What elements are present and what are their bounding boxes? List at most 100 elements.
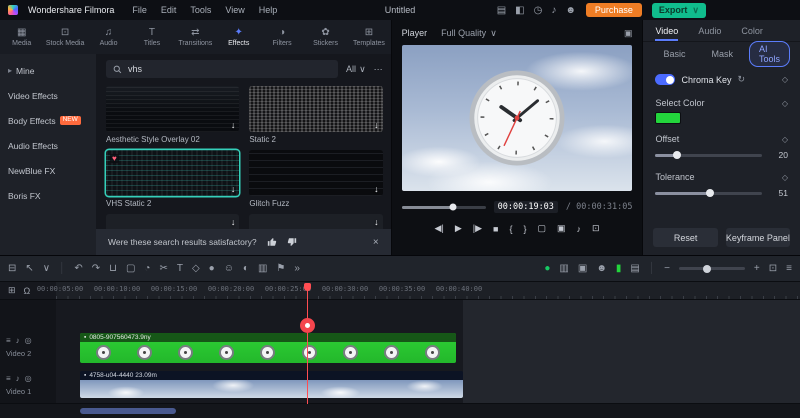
- refresh-icon[interactable]: ↻: [737, 74, 745, 85]
- offset-keyframe-icon[interactable]: ◇: [782, 135, 788, 144]
- play-button[interactable]: ▶: [455, 223, 462, 234]
- speed-icon[interactable]: ◔: [144, 263, 150, 274]
- track-visibility-icon[interactable]: ◎: [25, 374, 32, 383]
- effect-thumbnail[interactable]: ↓: [106, 86, 239, 132]
- zoom-out-icon[interactable]: −: [664, 263, 670, 274]
- track-list-icon[interactable]: ≡: [786, 263, 792, 274]
- search-input[interactable]: vhs: [106, 60, 338, 78]
- undo-icon[interactable]: ↶: [74, 263, 82, 274]
- presenter-icon[interactable]: ☻: [596, 263, 607, 274]
- tab-audio[interactable]: ♫Audio: [87, 20, 130, 54]
- download-icon[interactable]: ↓: [231, 184, 236, 194]
- props-tab-audio[interactable]: Audio: [698, 20, 721, 41]
- props-subtab-mask[interactable]: Mask: [701, 46, 743, 62]
- track-mute-icon[interactable]: ♪: [16, 374, 20, 383]
- keyframe-panel-button[interactable]: Keyframe Panel: [726, 228, 790, 247]
- tolerance-slider-track[interactable]: [655, 192, 762, 195]
- export-button[interactable]: Export ∨: [652, 3, 706, 18]
- split-icon[interactable]: ✂: [159, 263, 167, 274]
- track-options-icon[interactable]: ≡: [6, 336, 11, 345]
- purchase-button[interactable]: Purchase: [586, 3, 642, 17]
- voice-icon[interactable]: ♪: [551, 5, 556, 16]
- effect-thumbnail[interactable]: ↓: [249, 86, 382, 132]
- snapshot-icon[interactable]: ▣: [624, 28, 633, 39]
- download-icon[interactable]: ↓: [231, 217, 236, 227]
- scrollbar-thumb[interactable]: [80, 408, 176, 414]
- tab-templates[interactable]: ⊞Templates: [347, 20, 390, 54]
- tab-titles[interactable]: TTitles: [130, 20, 173, 54]
- effect-card-vhs-static-2[interactable]: ♥↓VHS Static 2: [106, 150, 239, 208]
- tab-stickers[interactable]: ✿Stickers: [304, 20, 347, 54]
- download-icon[interactable]: ↓: [374, 120, 379, 130]
- download-icon[interactable]: ↓: [231, 120, 236, 130]
- text-icon[interactable]: T: [177, 263, 183, 274]
- timeline-ruler[interactable]: ⊞Ω 00:00:05:0000:00:10:0000:00:15:0000:0…: [0, 282, 800, 300]
- effect-card-aesthetic-style-overlay-02[interactable]: ↓Aesthetic Style Overlay 02: [106, 86, 239, 144]
- manage-tracks-icon[interactable]: ⊟: [8, 263, 16, 274]
- render-preview-icon[interactable]: ●: [544, 263, 550, 274]
- tab-stock-media[interactable]: ⊡Stock Media: [43, 20, 86, 54]
- effect-thumbnail[interactable]: ♥↓: [106, 150, 239, 196]
- chroma-screen-icon[interactable]: ▮: [616, 263, 622, 274]
- mark-in-button[interactable]: {: [509, 224, 512, 234]
- tab-transitions[interactable]: ⇄Transitions: [174, 20, 217, 54]
- download-icon[interactable]: ↓: [374, 184, 379, 194]
- offset-slider-knob[interactable]: [673, 151, 681, 159]
- tab-effects[interactable]: ✦Effects: [217, 20, 260, 54]
- effect-card-partial[interactable]: ↓: [249, 214, 382, 229]
- seek-handle[interactable]: [449, 204, 456, 211]
- audio-meter-icon[interactable]: ▥: [559, 263, 568, 274]
- mask-icon[interactable]: ◐: [243, 263, 249, 274]
- filter-dropdown[interactable]: All ∨: [346, 64, 366, 75]
- effect-card-partial[interactable]: ↓: [106, 214, 239, 229]
- seek-bar[interactable]: [402, 206, 486, 209]
- chroma-keyframe-icon[interactable]: ◇: [782, 75, 788, 84]
- props-tab-video[interactable]: Video: [655, 20, 678, 41]
- keyframe-icon[interactable]: ◇: [192, 263, 200, 274]
- track-options-icon[interactable]: ≡: [6, 374, 11, 383]
- sidebar-item-mine[interactable]: ▸Mine: [0, 58, 96, 83]
- export-chevron-icon[interactable]: ∨: [692, 5, 699, 16]
- offset-value[interactable]: 20: [770, 150, 788, 160]
- effect-thumbnail[interactable]: ↓: [249, 150, 382, 196]
- reset-button[interactable]: Reset: [653, 228, 717, 247]
- zoom-slider[interactable]: [679, 267, 745, 270]
- account-icon[interactable]: ☻: [565, 5, 576, 16]
- record-voiceover-icon[interactable]: ●: [209, 263, 215, 274]
- layout-icon[interactable]: ▤: [497, 5, 506, 16]
- volume-button[interactable]: ♪: [577, 224, 582, 234]
- thumbs-up-button[interactable]: [267, 237, 277, 247]
- fit-timeline-icon[interactable]: ⊡: [769, 263, 777, 274]
- feedback-close-icon[interactable]: ×: [373, 237, 379, 248]
- effect-card-static-2[interactable]: ↓Static 2: [249, 86, 382, 144]
- color-swatch[interactable]: [655, 112, 681, 124]
- delete-icon[interactable]: ⊔: [109, 263, 117, 274]
- download-icon[interactable]: ↓: [374, 217, 379, 227]
- zoom-slider-knob[interactable]: [703, 265, 711, 273]
- sidebar-item-body-effects[interactable]: Body EffectsNEW: [0, 108, 96, 133]
- select-tool-icon[interactable]: ↖: [25, 263, 33, 274]
- tolerance-value[interactable]: 51: [770, 188, 788, 198]
- thumbs-down-button[interactable]: [287, 237, 297, 247]
- chroma-key-toggle[interactable]: [655, 74, 675, 85]
- snapshot-button[interactable]: ▣: [557, 223, 566, 234]
- tolerance-slider[interactable]: 51: [655, 188, 788, 198]
- clip-video-2-chroma[interactable]: ▪ 0805-907560473.9ny: [80, 333, 456, 363]
- playhead-handle[interactable]: [304, 283, 311, 291]
- tab-media[interactable]: ▦Media: [0, 20, 43, 54]
- mark-out-button[interactable]: }: [523, 224, 526, 234]
- redo-icon[interactable]: ↷: [92, 263, 100, 274]
- props-tab-color[interactable]: Color: [741, 20, 763, 41]
- menu-view[interactable]: View: [225, 5, 244, 15]
- fullscreen-button[interactable]: ⊡: [592, 223, 600, 234]
- favorite-icon[interactable]: ♥: [110, 154, 119, 163]
- crop-icon[interactable]: ▢: [126, 263, 135, 274]
- tab-filters[interactable]: ◑Filters: [260, 20, 303, 54]
- menu-file[interactable]: File: [132, 5, 147, 15]
- tolerance-slider-knob[interactable]: [706, 189, 714, 197]
- zoom-in-icon[interactable]: +: [754, 263, 760, 274]
- sidebar-item-audio-effects[interactable]: Audio Effects: [0, 133, 96, 158]
- magnet-icon[interactable]: Ω: [24, 286, 31, 296]
- playhead-line[interactable]: [307, 283, 308, 404]
- screen-record-icon[interactable]: ▣: [578, 263, 587, 274]
